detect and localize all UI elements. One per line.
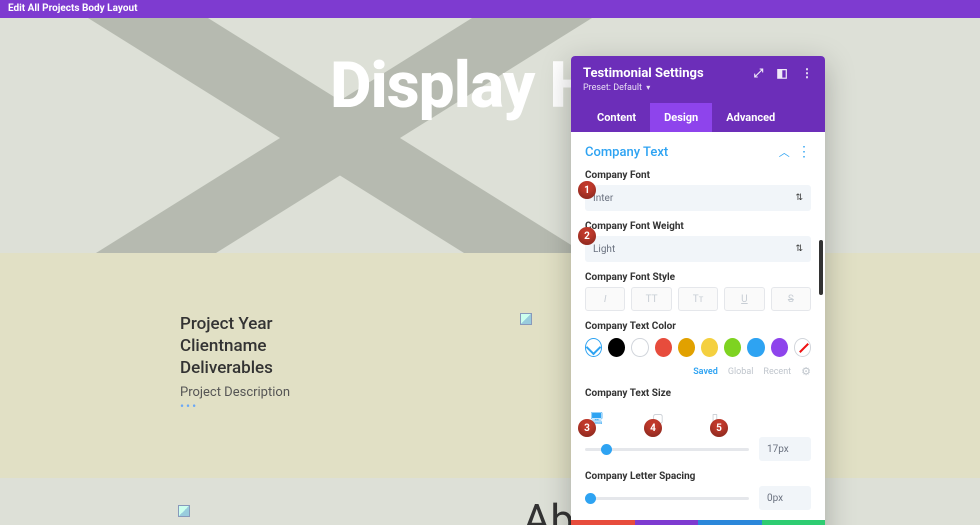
section-more-icon[interactable]: ⋮ — [797, 144, 811, 160]
color-picker-button[interactable] — [585, 338, 602, 357]
size-slider[interactable] — [585, 448, 749, 451]
project-year: Project Year — [180, 313, 290, 335]
saved-tab[interactable]: Saved — [693, 367, 718, 377]
color-swatch[interactable] — [747, 338, 764, 357]
color-swatch[interactable] — [771, 338, 788, 357]
color-swatch[interactable] — [701, 338, 718, 357]
gear-icon[interactable]: ⚙ — [801, 365, 811, 378]
recent-tab[interactable]: Recent — [763, 367, 791, 377]
select-arrows-icon: ⇅ — [795, 193, 803, 203]
undo-button[interactable]: ↶ — [635, 520, 699, 525]
font-style-row: I TT Tᴛ U S — [585, 287, 811, 311]
panel-header: Testimonial Settings ⤢ ◧ ⋮ Preset: Defau… — [571, 56, 825, 132]
smallcaps-button[interactable]: Tᴛ — [678, 287, 718, 311]
uppercase-button[interactable]: TT — [631, 287, 671, 311]
project-client: Clientname — [180, 335, 290, 357]
chevron-up-icon[interactable]: ︿ — [779, 146, 790, 159]
strikethrough-button[interactable]: S — [771, 287, 811, 311]
panel-tabs: Content Design Advanced — [583, 103, 813, 132]
color-row — [585, 338, 811, 357]
spacing-value[interactable]: 0px — [759, 486, 811, 510]
tab-design[interactable]: Design — [650, 103, 712, 132]
weight-value: Light — [593, 244, 615, 255]
font-select[interactable]: Inter ⇅ — [585, 185, 811, 211]
spacing-slider[interactable] — [585, 497, 749, 500]
close-button[interactable]: ✕ — [571, 520, 635, 525]
redo-button[interactable]: ↷ — [698, 520, 762, 525]
color-swatch[interactable] — [724, 338, 741, 357]
color-swatch[interactable] — [608, 338, 625, 357]
size-value[interactable]: 17px — [759, 437, 811, 461]
annotation-marker-2: 2 — [578, 227, 596, 245]
section-title: Company Text — [585, 145, 668, 160]
spacing-slider-row: 0px — [585, 486, 811, 510]
color-none[interactable] — [794, 338, 811, 357]
section-header[interactable]: Company Text ︿ ⋮ — [585, 144, 811, 160]
eyedropper-icon — [586, 340, 602, 356]
top-bar: Edit All Projects Body Layout — [0, 0, 980, 18]
module-handle-icon[interactable]: ••• — [180, 399, 198, 413]
snap-icon[interactable]: ◧ — [776, 66, 787, 80]
size-label: Company Text Size — [585, 388, 811, 399]
select-arrows-icon: ⇅ — [795, 244, 803, 254]
tab-advanced[interactable]: Advanced — [712, 103, 789, 132]
size-slider-row: 17px — [585, 437, 811, 461]
save-button[interactable]: ✓ — [762, 520, 826, 525]
chevron-down-icon: ▾ — [646, 83, 650, 92]
underline-button[interactable]: U — [724, 287, 764, 311]
preset-label: Preset: — [583, 83, 611, 93]
spacing-label: Company Letter Spacing — [585, 471, 811, 482]
lower-band — [0, 478, 980, 525]
page-canvas: Display H Project Year Clientname Delive… — [0, 18, 980, 525]
broken-image-icon — [520, 313, 532, 325]
preset-selector[interactable]: Preset: Default ▾ — [583, 83, 813, 93]
annotation-marker-5: 5 — [710, 419, 728, 437]
device-row: 🖥 ▢ ▯ — [585, 403, 811, 429]
style-label: Company Font Style — [585, 272, 811, 283]
project-deliverables: Deliverables — [180, 357, 290, 379]
color-swatch[interactable] — [678, 338, 695, 357]
panel-title: Testimonial Settings — [583, 66, 704, 81]
font-value: Inter — [593, 193, 613, 204]
settings-panel: Testimonial Settings ⤢ ◧ ⋮ Preset: Defau… — [571, 56, 825, 525]
hero-title: Display H — [330, 48, 593, 123]
weight-select[interactable]: Light ⇅ — [585, 236, 811, 262]
preset-value: Default — [613, 83, 642, 93]
broken-image-icon — [178, 505, 190, 517]
content-band — [0, 253, 980, 478]
color-label: Company Text Color — [585, 321, 811, 332]
project-description: Project Description — [180, 385, 290, 400]
hero-band: Display H — [0, 18, 980, 253]
tab-content[interactable]: Content — [583, 103, 650, 132]
annotation-marker-3: 3 — [578, 419, 596, 437]
color-source-tabs: Saved Global Recent ⚙ — [585, 365, 811, 378]
font-label: Company Font — [585, 170, 811, 181]
expand-icon[interactable]: ⤢ — [754, 66, 764, 80]
panel-body: Company Text ︿ ⋮ Company Font Inter ⇅ Co… — [571, 132, 825, 520]
weight-label: Company Font Weight — [585, 221, 811, 232]
project-block: Project Year Clientname Deliverables Pro… — [180, 313, 290, 400]
panel-footer: ✕ ↶ ↷ ✓ — [571, 520, 825, 525]
more-icon[interactable]: ⋮ — [801, 66, 813, 80]
italic-button[interactable]: I — [585, 287, 625, 311]
color-swatch[interactable] — [631, 338, 648, 357]
scrollbar[interactable] — [819, 240, 823, 380]
color-swatch[interactable] — [655, 338, 672, 357]
annotation-marker-1: 1 — [578, 181, 596, 199]
global-tab[interactable]: Global — [728, 367, 754, 377]
annotation-marker-4: 4 — [644, 419, 662, 437]
